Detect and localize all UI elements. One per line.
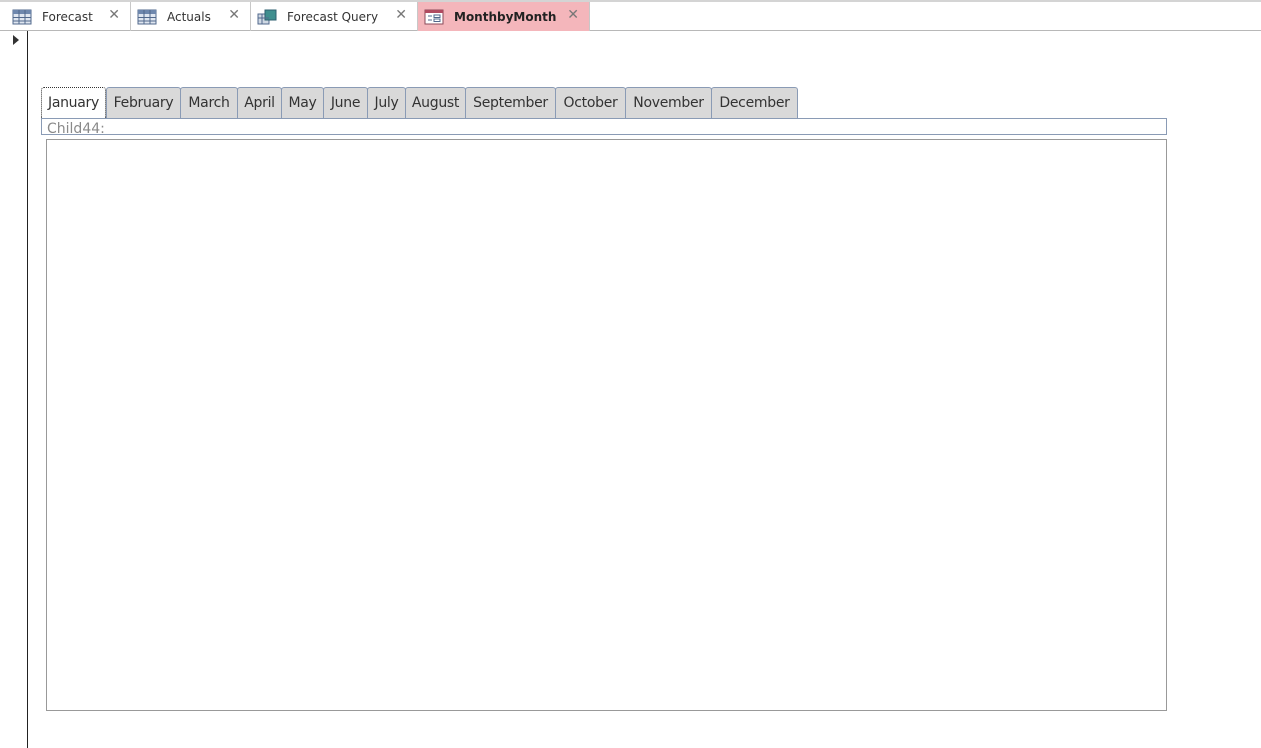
tab-november[interactable]: November [625, 87, 712, 118]
close-icon[interactable]: ✕ [567, 7, 579, 23]
doc-tab-label: Forecast [42, 9, 93, 24]
query-icon [257, 9, 277, 24]
doc-tab-label: Forecast Query [287, 9, 379, 24]
current-record-arrow-icon[interactable] [13, 35, 19, 45]
document-tabs: Forecast ✕ Actuals ✕ Forecast Query ✕ Mo… [0, 2, 1261, 31]
close-icon[interactable]: ✕ [108, 7, 120, 23]
doc-tab-actuals[interactable]: Actuals ✕ [131, 2, 251, 31]
record-selector-border [27, 31, 28, 748]
doc-tab-monthbymonth[interactable]: MonthbyMonth ✕ [418, 2, 590, 31]
close-icon[interactable]: ✕ [228, 7, 240, 23]
tab-december[interactable]: December [711, 87, 798, 118]
close-icon[interactable]: ✕ [395, 7, 407, 23]
child44-subform[interactable] [46, 139, 1167, 711]
tab-april[interactable]: April [237, 87, 282, 118]
tab-june[interactable]: June [323, 87, 368, 118]
table-icon [12, 9, 32, 24]
table-icon [137, 9, 157, 24]
tab-september[interactable]: September [465, 87, 556, 118]
doc-tab-forecast-query[interactable]: Forecast Query ✕ [251, 2, 418, 31]
tab-july[interactable]: July [367, 87, 406, 118]
tab-october[interactable]: October [555, 87, 626, 118]
doc-tab-label: MonthbyMonth [454, 9, 557, 24]
subform-label: Child44: [47, 121, 105, 137]
tab-january[interactable]: January [41, 87, 106, 118]
tab-march[interactable]: March [180, 87, 238, 118]
tab-may[interactable]: May [281, 87, 324, 118]
form-icon [424, 9, 444, 24]
doc-tab-forecast[interactable]: Forecast ✕ [0, 2, 131, 31]
subform-label-bar: Child44: [41, 118, 1167, 137]
tab-august[interactable]: August [405, 87, 466, 118]
tab-february[interactable]: February [106, 87, 181, 118]
doc-tab-label: Actuals [167, 9, 211, 24]
